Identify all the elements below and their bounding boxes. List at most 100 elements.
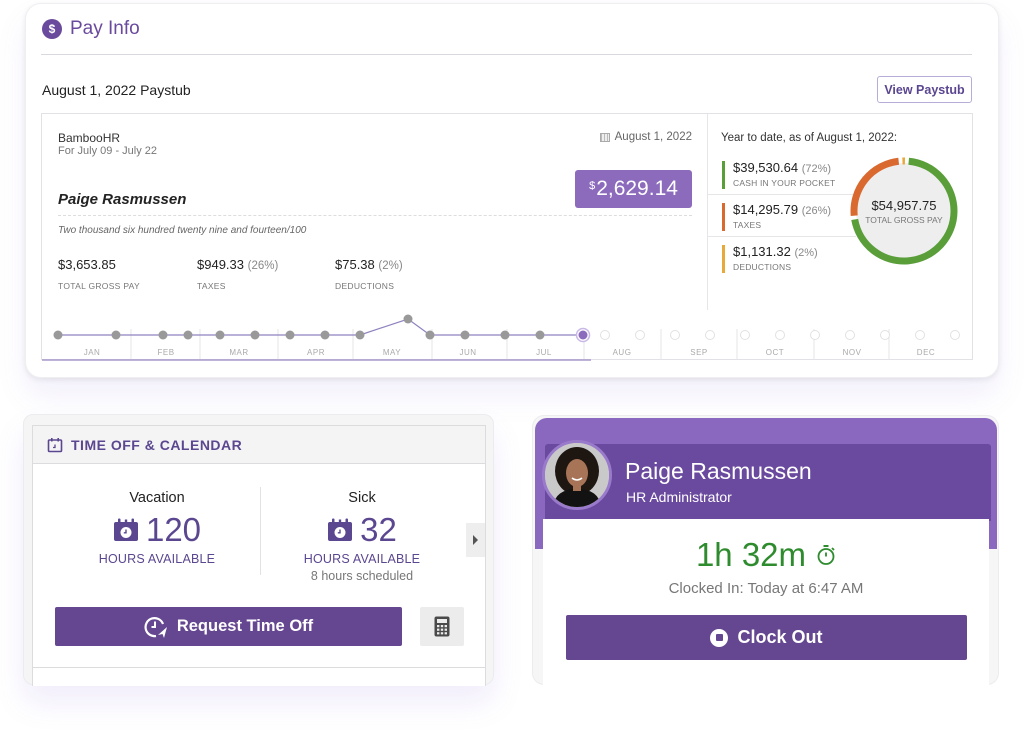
month-label: FEB — [157, 348, 174, 357]
future-paystub-dot — [775, 330, 785, 340]
amount-in-words: Two thousand six hundred twenty nine and… — [58, 225, 307, 236]
stopwatch-icon — [817, 545, 835, 565]
ytd-value: $39,530.64 — [733, 160, 799, 175]
company-name: BambooHR — [58, 131, 121, 145]
stat-label: DEDUCTIONS — [335, 281, 395, 291]
ytd-row-deductions: $1,131.32 (2%) DEDUCTIONS — [708, 242, 858, 283]
ytd-label: DEDUCTIONS — [733, 262, 792, 272]
paystub-dot[interactable] — [215, 330, 225, 340]
pay-info-title: Pay Info — [70, 18, 140, 39]
month-label: MAR — [229, 348, 248, 357]
pay-date-text: August 1, 2022 — [614, 131, 692, 143]
clock-employee-role: HR Administrator — [626, 489, 732, 505]
clocked-in-text: Clocked In: Today at 6:47 AM — [668, 580, 864, 597]
pay-date: August 1, 2022 — [599, 131, 692, 143]
ytd-value: $1,131.32 — [733, 244, 791, 259]
paystub-dot[interactable] — [183, 330, 193, 340]
month-label: APR — [307, 348, 325, 357]
paystub-dot[interactable] — [460, 330, 470, 340]
stat-value: $3,653.85 — [58, 257, 116, 272]
month-label: JAN — [84, 348, 101, 357]
month-label: NOV — [843, 348, 862, 357]
paystub-label: August 1, 2022 Paystub — [42, 82, 191, 98]
calendar-icon — [599, 132, 610, 142]
divider — [708, 236, 856, 237]
stat-label: TOTAL GROSS PAY — [58, 281, 140, 291]
ytd-pct: (72%) — [801, 163, 832, 175]
future-paystub-dot — [915, 330, 925, 340]
stat-value: $75.38 — [335, 257, 375, 272]
hours-available: 32 — [360, 511, 397, 548]
stop-icon — [710, 628, 729, 647]
hours-available-label: HOURS AVAILABLE — [98, 552, 216, 566]
ytd-value: $14,295.79 — [733, 202, 799, 217]
hours-available: 120 — [145, 511, 202, 548]
clock-out-button[interactable]: Clock Out — [566, 615, 967, 660]
stat-gross-pay: $3,653.85 TOTAL GROSS PAY — [58, 257, 140, 291]
ytd-row-taxes: $14,295.79 (26%) TAXES — [708, 200, 858, 241]
ytd-color-bar — [722, 203, 725, 231]
paystub-dot[interactable] — [355, 330, 365, 340]
paystub-dot[interactable] — [111, 330, 121, 340]
time-off-type: Vacation — [129, 490, 185, 506]
paystub-dot[interactable] — [500, 330, 510, 340]
calculator-button[interactable] — [420, 607, 464, 646]
stat-pct: (2%) — [378, 260, 403, 272]
paystub-dot-active[interactable] — [578, 330, 588, 340]
view-paystub-button[interactable]: View Paystub — [877, 76, 972, 103]
future-paystub-dot — [705, 330, 715, 340]
timeline-graph: JAN FEB MAR APR MAY JUN JUL AUG SEP OCT NOV DEC — [42, 314, 960, 361]
avatar — [542, 440, 612, 510]
future-paystub-dot — [670, 330, 680, 340]
pay-info-header: $ Pay Info — [42, 18, 140, 40]
elapsed-time-value: 1h 32m — [695, 536, 807, 573]
future-paystub-dot — [635, 330, 645, 340]
divider — [260, 487, 261, 575]
total-gross-value: $54,957.75 — [871, 197, 937, 213]
currency-symbol: $ — [589, 180, 596, 192]
time-off-sick: Sick 32 HOURS AVAILABLE 8 hours schedule… — [262, 464, 462, 583]
dollar-icon: $ — [42, 19, 62, 39]
paystub-dot[interactable] — [285, 330, 295, 340]
time-off-title: TIME OFF & CALENDAR — [71, 436, 243, 453]
time-off-type: Sick — [348, 490, 376, 506]
employee-name: Paige Rasmussen — [58, 191, 187, 208]
stat-deductions: $75.38 (2%) DEDUCTIONS — [335, 257, 403, 291]
caret-right-icon — [473, 535, 478, 545]
next-arrow-button[interactable] — [466, 523, 485, 557]
month-label: DEC — [917, 348, 935, 357]
total-gross-label: TOTAL GROSS PAY — [865, 214, 943, 225]
paystub-dot[interactable] — [403, 314, 413, 324]
future-paystub-dot — [810, 330, 820, 340]
pay-info-card: $ Pay Info August 1, 2022 Paystub View P… — [25, 3, 999, 378]
hours-scheduled: 8 hours scheduled — [310, 569, 414, 583]
future-paystub-dot — [740, 330, 750, 340]
divider — [33, 667, 485, 668]
month-label: JUN — [459, 348, 476, 357]
ytd-row-cash: $39,530.64 (72%) CASH IN YOUR POCKET — [708, 158, 858, 199]
clock-body: 1h 32m Clocked In: Today at 6:47 AM Cloc… — [543, 519, 989, 686]
paystub-dot[interactable] — [250, 330, 260, 340]
future-paystub-dot — [845, 330, 855, 340]
paystub-dot[interactable] — [535, 330, 545, 340]
month-label: JUL — [536, 348, 552, 357]
month-label: AUG — [613, 348, 632, 357]
future-paystub-dot — [950, 330, 960, 340]
paystub-dot[interactable] — [425, 330, 435, 340]
future-paystub-dot — [600, 330, 610, 340]
paystub-dot[interactable] — [53, 330, 63, 340]
pay-history-timeline: JAN FEB MAR APR MAY JUN JUL AUG SEP OCT NOV DEC — [42, 314, 974, 361]
time-off-vacation: Vacation 120 HOURS AVAILABLE — [57, 464, 257, 566]
hours-available-label: HOURS AVAILABLE — [303, 552, 421, 566]
paystub-dot[interactable] — [158, 330, 168, 340]
month-label: SEP — [690, 348, 708, 357]
paystub-summary: BambooHR For July 09 - July 22 August 1,… — [42, 114, 707, 314]
stat-taxes: $949.33 (26%) TAXES — [197, 257, 278, 291]
paystub-dot[interactable] — [320, 330, 330, 340]
divider — [58, 215, 692, 216]
net-pay-amount: 2,629.14 — [596, 177, 678, 200]
ytd-label: TAXES — [733, 220, 762, 230]
request-time-off-button[interactable]: Request Time Off — [55, 607, 402, 646]
ytd-color-bar — [722, 245, 725, 273]
time-off-widget: TIME OFF & CALENDAR Vacation 120 HOURS A… — [23, 414, 494, 686]
